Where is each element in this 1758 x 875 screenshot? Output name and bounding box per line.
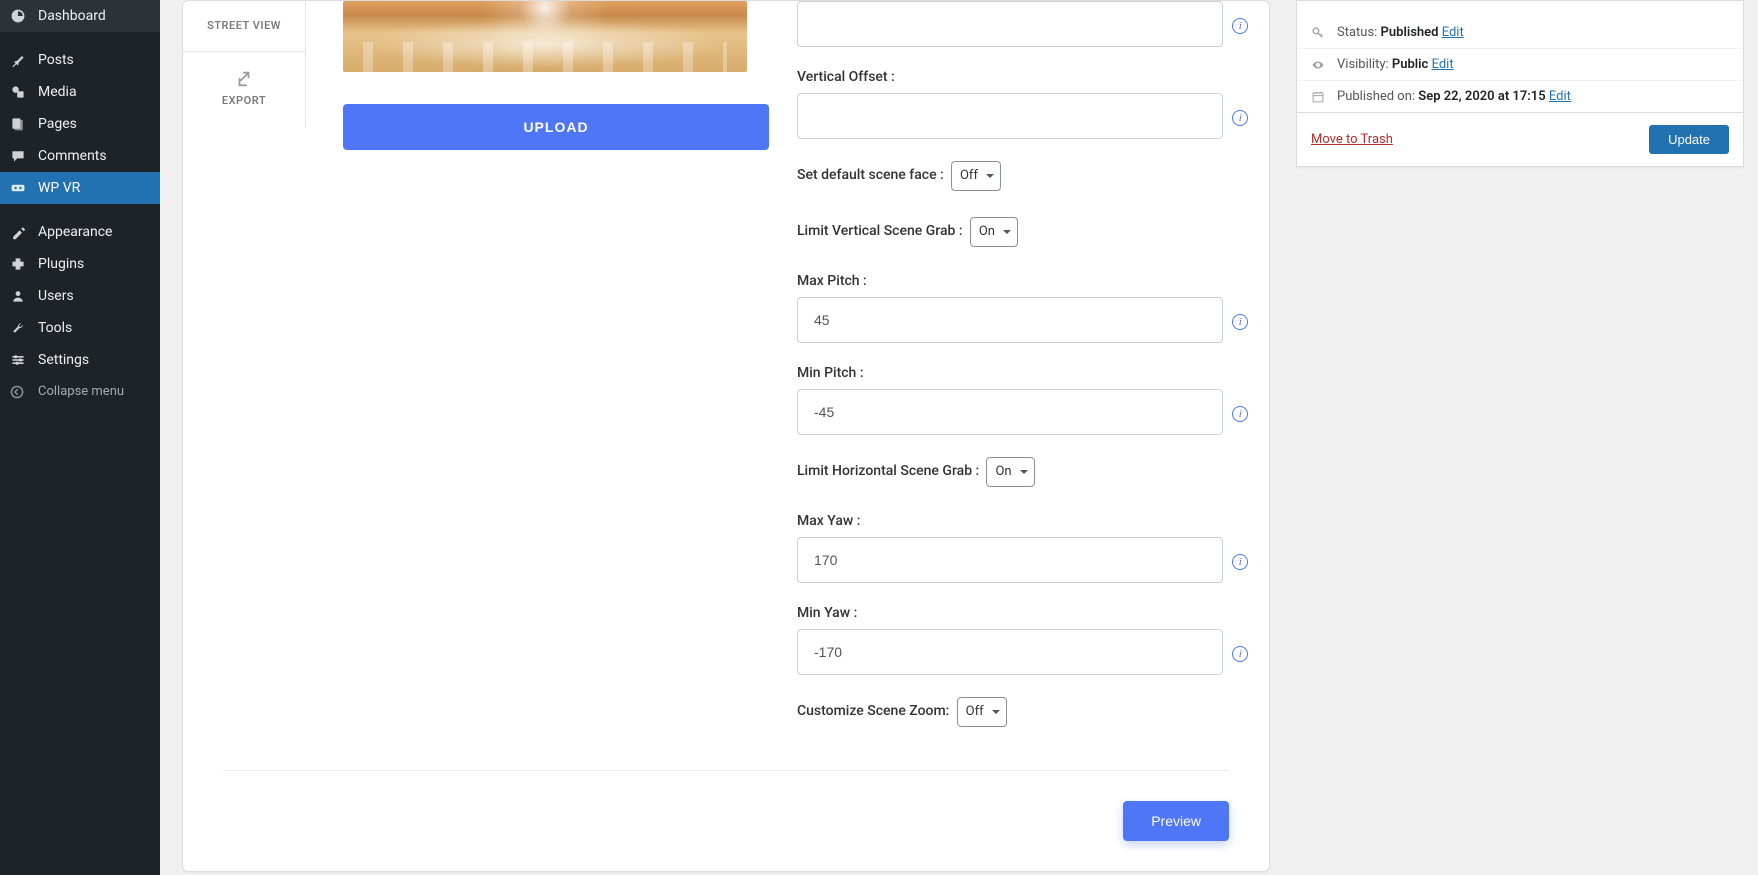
sidebar-item-label: WP VR: [38, 180, 80, 196]
limit-horizontal-select[interactable]: On: [986, 457, 1034, 487]
eye-icon: [1311, 58, 1329, 72]
max-pitch-label: Max Pitch :: [797, 273, 867, 289]
sidebar-item-posts[interactable]: Posts: [0, 44, 160, 76]
image-upload-area: UPLOAD: [343, 1, 748, 150]
default-face-label: Set default scene face :: [797, 167, 944, 183]
move-to-trash-link[interactable]: Move to Trash: [1311, 132, 1393, 147]
sidebar-item-users[interactable]: Users: [0, 280, 160, 312]
sidebar-item-label: Posts: [38, 52, 74, 68]
comments-icon: [10, 148, 30, 164]
upload-button[interactable]: UPLOAD: [343, 104, 769, 150]
users-icon: [10, 288, 30, 304]
wp-admin-sidebar: Dashboard Posts Media Pages Comments WP …: [0, 0, 160, 875]
unnamed-input[interactable]: [797, 1, 1223, 47]
edit-date-link[interactable]: Edit: [1549, 89, 1571, 104]
sidebar-collapse[interactable]: Collapse menu: [0, 376, 160, 407]
sidebar-item-comments[interactable]: Comments: [0, 140, 160, 172]
min-pitch-label: Min Pitch :: [797, 365, 864, 381]
sidebar-item-label: Pages: [38, 116, 77, 132]
min-yaw-label: Min Yaw :: [797, 605, 857, 621]
sidebar-item-wpvr[interactable]: WP VR: [0, 172, 160, 204]
edit-status-link[interactable]: Edit: [1442, 25, 1464, 40]
max-yaw-input[interactable]: [797, 537, 1223, 583]
sidebar-item-dashboard[interactable]: Dashboard: [0, 0, 160, 32]
vertical-offset-input[interactable]: [797, 93, 1223, 139]
info-icon[interactable]: i: [1232, 18, 1248, 34]
sidebar-item-appearance[interactable]: Appearance: [0, 216, 160, 248]
visibility-row: Visibility: Public Edit: [1297, 48, 1743, 80]
max-pitch-input[interactable]: [797, 297, 1223, 343]
collapse-icon: [10, 385, 30, 399]
panel-side-nav: STREET VIEW EXPORT: [183, 1, 306, 127]
info-icon[interactable]: i: [1232, 110, 1248, 126]
min-yaw-input[interactable]: [797, 629, 1223, 675]
published-row: Published on: Sep 22, 2020 at 17:15 Edit: [1297, 80, 1743, 112]
limit-vertical-label: Limit Vertical Scene Grab :: [797, 223, 963, 239]
sidebar-item-label: Dashboard: [38, 8, 106, 24]
info-icon[interactable]: i: [1232, 554, 1248, 570]
pin-icon: [10, 52, 30, 68]
sidebar-item-label: Appearance: [38, 224, 112, 240]
min-pitch-input[interactable]: [797, 389, 1223, 435]
edit-visibility-link[interactable]: Edit: [1432, 57, 1454, 72]
sidebar-item-label: Settings: [38, 352, 89, 368]
sidebar-item-pages[interactable]: Pages: [0, 108, 160, 140]
limit-horizontal-label: Limit Horizontal Scene Grab :: [797, 463, 979, 479]
preview-button[interactable]: Preview: [1123, 801, 1229, 841]
status-label: Status:: [1337, 25, 1381, 40]
sidebar-item-plugins[interactable]: Plugins: [0, 248, 160, 280]
visibility-label: Visibility:: [1337, 57, 1392, 72]
custom-zoom-select[interactable]: Off: [957, 697, 1007, 727]
max-yaw-label: Max Yaw :: [797, 513, 861, 529]
scene-settings-form: i Vertical Offset : i Set default scene …: [797, 1, 1257, 753]
published-value: Sep 22, 2020 at 17:15: [1418, 89, 1545, 104]
tools-icon: [10, 320, 30, 336]
status-value: Published: [1381, 25, 1439, 40]
sidebar-item-settings[interactable]: Settings: [0, 344, 160, 376]
visibility-value: Public: [1392, 57, 1428, 72]
scene-editor-panel: STREET VIEW EXPORT UPLOAD i Vertical Off…: [182, 0, 1270, 872]
wpvr-icon: [10, 180, 30, 196]
key-icon: [1311, 26, 1329, 40]
nav-label: STREET VIEW: [207, 19, 281, 32]
export-icon: [191, 70, 297, 88]
status-row: Status: Published Edit: [1297, 17, 1743, 48]
info-icon[interactable]: i: [1232, 314, 1248, 330]
appearance-icon: [10, 224, 30, 240]
sidebar-item-media[interactable]: Media: [0, 76, 160, 108]
limit-vertical-select[interactable]: On: [970, 217, 1018, 247]
calendar-icon: [1311, 90, 1329, 104]
settings-icon: [10, 352, 30, 368]
info-icon[interactable]: i: [1232, 646, 1248, 662]
sidebar-item-label: Comments: [38, 148, 107, 164]
default-face-select[interactable]: Off: [951, 161, 1001, 191]
nav-label: EXPORT: [222, 94, 266, 107]
pages-icon: [10, 116, 30, 132]
vertical-offset-label: Vertical Offset :: [797, 69, 895, 85]
published-label: Published on:: [1337, 89, 1418, 104]
dashboard-icon: [10, 8, 30, 24]
sidebar-item-label: Users: [38, 288, 74, 304]
sidebar-item-label: Tools: [38, 320, 72, 336]
nav-street-view[interactable]: STREET VIEW: [183, 1, 305, 51]
scene-thumbnail: [343, 1, 747, 72]
sidebar-item-tools[interactable]: Tools: [0, 312, 160, 344]
media-icon: [10, 84, 30, 100]
preview-footer: Preview: [223, 770, 1229, 841]
sidebar-item-label: Plugins: [38, 256, 84, 272]
update-button[interactable]: Update: [1649, 125, 1729, 154]
sidebar-collapse-label: Collapse menu: [38, 384, 124, 399]
custom-zoom-label: Customize Scene Zoom:: [797, 703, 949, 719]
info-icon[interactable]: i: [1232, 406, 1248, 422]
sidebar-item-label: Media: [38, 84, 77, 100]
plugins-icon: [10, 256, 30, 272]
publish-metabox: Status: Published Edit Visibility: Publi…: [1296, 0, 1744, 167]
nav-export[interactable]: EXPORT: [183, 52, 305, 126]
